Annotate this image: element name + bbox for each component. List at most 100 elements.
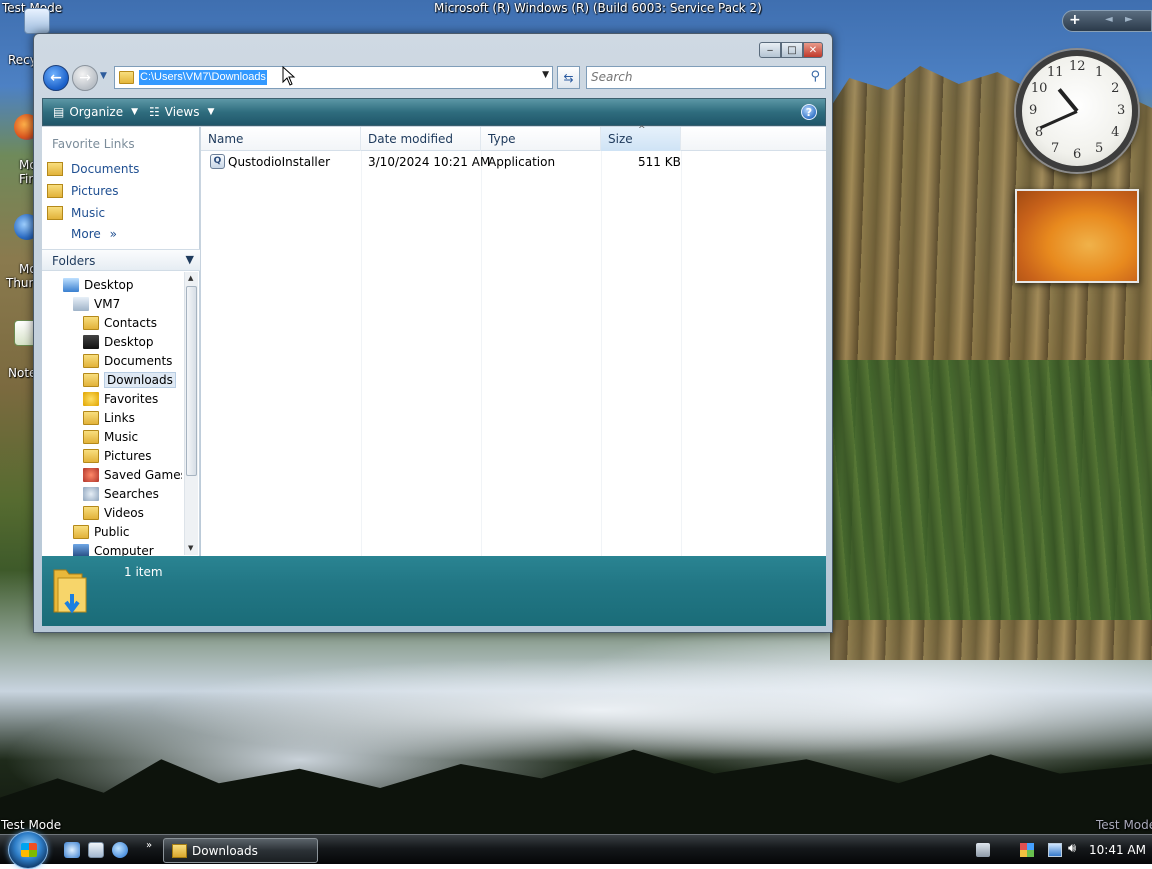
folder-tree-scrollbar[interactable]: ▲ ▼ bbox=[184, 272, 198, 555]
desktop-icon-label: Fir bbox=[19, 172, 34, 186]
column-header-date-modified[interactable]: Date modified bbox=[361, 127, 481, 151]
taskbar-clock[interactable]: 10:41 AM bbox=[1089, 843, 1146, 857]
maximize-button[interactable]: □ bbox=[781, 42, 803, 58]
tree-item-links[interactable]: Links bbox=[83, 408, 135, 427]
tree-item-music[interactable]: Music bbox=[83, 427, 138, 446]
search-box[interactable]: ⚲ bbox=[586, 66, 826, 89]
application-icon: Q bbox=[210, 154, 225, 169]
scroll-down-icon[interactable]: ▼ bbox=[188, 544, 193, 552]
favorite-link-music[interactable]: Music bbox=[47, 203, 105, 223]
mouse-cursor-icon bbox=[282, 66, 296, 86]
favorite-link-pictures[interactable]: Pictures bbox=[47, 181, 119, 201]
column-divider bbox=[361, 151, 362, 556]
slideshow-gadget[interactable] bbox=[1015, 189, 1139, 283]
column-header-type[interactable]: Type bbox=[481, 127, 601, 151]
column-headers: Name Date modified Type Size ^ bbox=[201, 125, 826, 151]
tree-item-downloads[interactable]: Downloads bbox=[83, 370, 176, 389]
back-button[interactable]: ← bbox=[43, 65, 69, 91]
taskbar-button-downloads[interactable]: Downloads bbox=[163, 838, 318, 863]
tree-item-label: VM7 bbox=[94, 296, 121, 311]
scrollbar-thumb[interactable] bbox=[186, 286, 197, 476]
start-button[interactable] bbox=[8, 831, 48, 869]
documents-folder-icon bbox=[47, 162, 63, 176]
details-pane: 1 item bbox=[42, 556, 826, 626]
file-size: 511 KB bbox=[638, 155, 681, 169]
file-name: QustodioInstaller bbox=[228, 155, 331, 169]
favorite-link-documents[interactable]: Documents bbox=[47, 159, 139, 179]
add-gadget-button[interactable]: + bbox=[1069, 12, 1081, 28]
close-button[interactable]: ✕ bbox=[803, 42, 823, 58]
forward-button[interactable]: → bbox=[72, 65, 98, 91]
favorite-link-label: Pictures bbox=[71, 184, 119, 198]
back-arrow-icon: ← bbox=[50, 70, 62, 86]
recycle-bin-icon[interactable] bbox=[24, 8, 50, 34]
folder-icon bbox=[119, 71, 134, 84]
folders-header[interactable]: Folders ▼ bbox=[42, 249, 200, 271]
favorite-link-label: Documents bbox=[71, 162, 140, 176]
build-watermark: Microsoft (R) Windows (R) (Build 6003: S… bbox=[434, 1, 762, 15]
command-bar: ▤ Organize ▼ ☷ Views ▼ ? bbox=[42, 98, 826, 126]
window-controls: ‒ □ ✕ bbox=[759, 42, 823, 58]
volume-icon[interactable]: 🔊︎ bbox=[1068, 841, 1082, 856]
file-row[interactable]: Q QustodioInstaller 3/10/2024 10:21 AM A… bbox=[201, 152, 826, 172]
tree-item-desktop[interactable]: Desktop bbox=[83, 332, 154, 351]
chevron-down-icon: ▼ bbox=[207, 107, 215, 117]
pictures-folder-icon bbox=[47, 184, 63, 198]
tree-item-contacts[interactable]: Contacts bbox=[83, 313, 157, 332]
tree-item-saved-games[interactable]: Saved Games bbox=[83, 465, 182, 484]
network-icon[interactable] bbox=[1048, 843, 1062, 857]
address-text[interactable]: C:\Users\VM7\Downloads bbox=[139, 70, 267, 85]
refresh-icon: ⇆ bbox=[563, 70, 574, 85]
windows-logo-icon bbox=[21, 843, 37, 857]
windows-sidebar-icon[interactable] bbox=[1020, 843, 1034, 857]
address-dropdown-icon[interactable]: ▼ bbox=[542, 70, 549, 80]
tree-item-searches[interactable]: Searches bbox=[83, 484, 159, 503]
clock-number: 10 bbox=[1030, 81, 1048, 96]
tree-item-desktop[interactable]: Desktop bbox=[63, 275, 134, 294]
more-links-button[interactable]: More » bbox=[71, 227, 117, 241]
videos-folder-icon bbox=[83, 505, 99, 520]
refresh-button[interactable]: ⇆ bbox=[557, 66, 580, 89]
search-icon[interactable]: ⚲ bbox=[810, 69, 820, 84]
organize-button[interactable]: ▤ Organize ▼ bbox=[53, 105, 138, 119]
double-chevron-icon: » bbox=[109, 227, 117, 241]
wallpaper-mist bbox=[0, 630, 1152, 770]
recent-pages-dropdown-icon[interactable]: ▼ bbox=[100, 71, 107, 81]
next-gadgets-button[interactable]: ► bbox=[1125, 14, 1133, 25]
show-desktop-icon[interactable] bbox=[88, 842, 104, 858]
desktop-folder-icon bbox=[83, 334, 99, 349]
column-header-name[interactable]: Name bbox=[201, 127, 361, 151]
tree-item-label: Favorites bbox=[104, 391, 159, 406]
quick-launch-overflow-icon[interactable]: » bbox=[146, 840, 152, 851]
previous-gadgets-button[interactable]: ◄ bbox=[1105, 14, 1113, 25]
documents-folder-icon bbox=[83, 353, 99, 368]
chevron-down-icon: ▼ bbox=[131, 107, 139, 117]
address-bar[interactable]: C:\Users\VM7\Downloads ▼ bbox=[114, 66, 553, 89]
views-button[interactable]: ☷ Views ▼ bbox=[149, 105, 214, 119]
tree-item-videos[interactable]: Videos bbox=[83, 503, 144, 522]
help-button[interactable]: ? bbox=[801, 104, 817, 120]
test-mode-watermark: Test Mode bbox=[1, 818, 62, 832]
switch-windows-icon[interactable] bbox=[64, 842, 80, 858]
tree-item-documents[interactable]: Documents bbox=[83, 351, 172, 370]
internet-explorer-icon[interactable] bbox=[112, 842, 128, 858]
clock-gadget[interactable]: 12 1 2 3 4 5 6 7 8 9 10 11 bbox=[1016, 50, 1138, 172]
keyboard-icon[interactable] bbox=[976, 843, 990, 857]
folder-tree: Desktop VM7 Contacts Desktop Documents Downlo… bbox=[42, 272, 182, 556]
search-input[interactable] bbox=[591, 70, 791, 84]
folders-label: Folders bbox=[52, 254, 96, 268]
tree-item-computer[interactable]: Computer bbox=[73, 541, 154, 556]
tree-item-pictures[interactable]: Pictures bbox=[83, 446, 152, 465]
scroll-up-icon[interactable]: ▲ bbox=[188, 274, 193, 282]
tree-item-favorites[interactable]: Favorites bbox=[83, 389, 158, 408]
forward-arrow-icon: → bbox=[79, 70, 91, 86]
chevron-down-icon[interactable]: ▼ bbox=[186, 253, 194, 266]
tree-item-public[interactable]: Public bbox=[73, 522, 130, 541]
clock-hour-hand bbox=[1057, 88, 1079, 113]
favorites-star-icon bbox=[83, 391, 99, 406]
favorite-links-header: Favorite Links bbox=[52, 137, 135, 151]
public-folder-icon bbox=[73, 524, 89, 539]
taskbar-button-label: Downloads bbox=[192, 844, 258, 858]
minimize-button[interactable]: ‒ bbox=[759, 42, 781, 58]
tree-item-vm7[interactable]: VM7 bbox=[73, 294, 120, 313]
